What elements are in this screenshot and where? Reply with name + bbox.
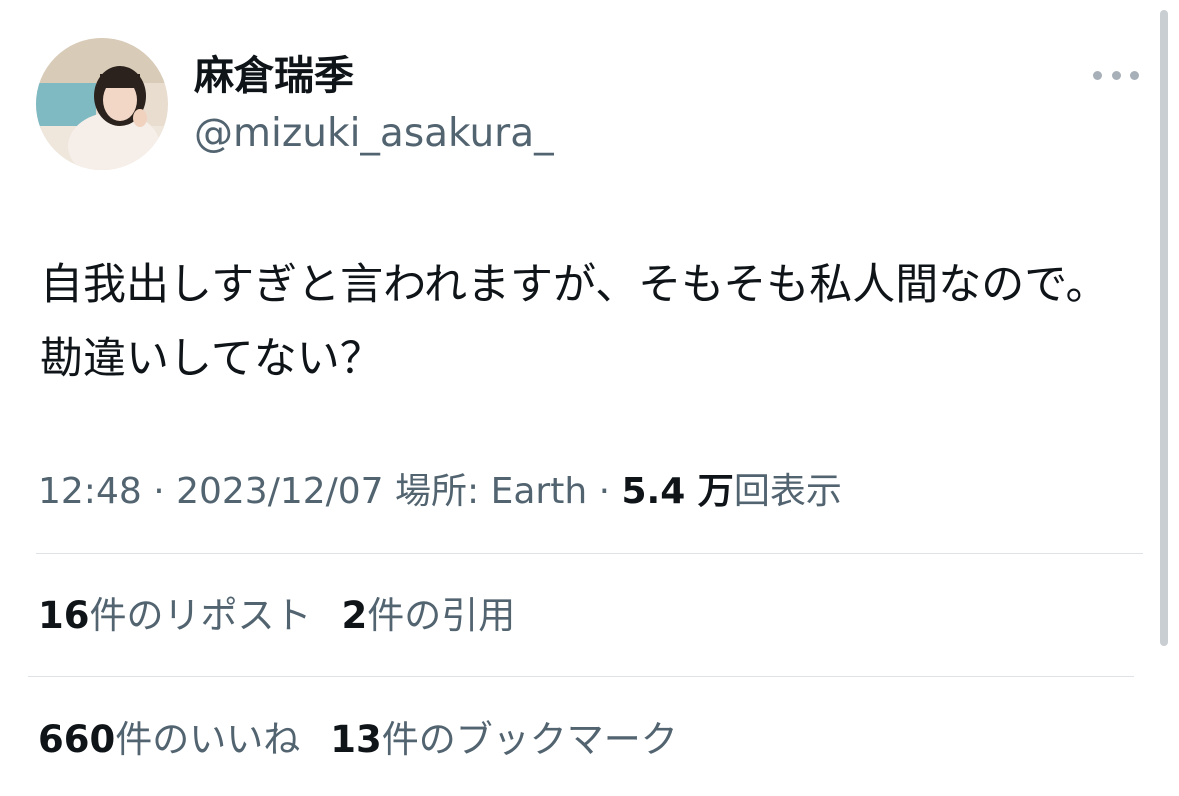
quotes-stat[interactable]: 2件の引用 xyxy=(342,590,516,642)
reposts-stat[interactable]: 16件のリポスト xyxy=(38,590,312,642)
bookmarks-stat[interactable]: 13件のブックマーク xyxy=(330,714,678,766)
tweet-location: 場所: Earth xyxy=(383,471,588,512)
bookmarks-count: 13 xyxy=(330,718,382,761)
author-display-name[interactable]: 麻倉瑞季 xyxy=(194,50,354,102)
tweet-meta: 12:48 · 2023/12/07 場所: Earth · 5.4 万回表示 xyxy=(38,466,842,518)
reposts-label: 件のリポスト xyxy=(89,594,312,637)
likes-stat[interactable]: 660件のいいね xyxy=(38,714,300,766)
reposts-count: 16 xyxy=(38,594,90,637)
more-dot xyxy=(1130,70,1139,80)
divider xyxy=(36,553,1143,554)
stats-row-likes-bookmarks: 660件のいいね 13件のブックマーク xyxy=(38,714,708,766)
stats-row-reposts-quotes: 16件のリポスト 2件の引用 xyxy=(38,590,545,642)
tweet-text: 自我出しすぎと言われますが、そもそも私人間なので。勘違いしてない？ xyxy=(40,260,1109,384)
avatar-image xyxy=(36,38,168,170)
bookmarks-label: 件のブックマーク xyxy=(381,718,678,761)
quotes-label: 件の引用 xyxy=(367,594,516,637)
tweet-time[interactable]: 12:48 xyxy=(38,471,142,512)
more-dot xyxy=(1111,70,1121,80)
likes-label: 件のいいね xyxy=(115,718,301,761)
quotes-count: 2 xyxy=(341,594,368,637)
tweet-date[interactable]: 2023/12/07 xyxy=(176,471,384,512)
likes-count: 660 xyxy=(38,718,116,761)
more-dot xyxy=(1093,70,1102,80)
meta-separator: · xyxy=(141,471,177,512)
author-handle[interactable]: @mizuki_asakura_ xyxy=(194,108,554,160)
more-options-icon[interactable] xyxy=(1093,60,1139,90)
scrollbar[interactable] xyxy=(1160,10,1168,646)
views-count: 5.4 万 xyxy=(621,471,734,512)
avatar[interactable] xyxy=(36,38,168,170)
divider xyxy=(28,676,1134,677)
meta-separator: · xyxy=(587,471,622,512)
views-label: 回表示 xyxy=(733,471,842,512)
